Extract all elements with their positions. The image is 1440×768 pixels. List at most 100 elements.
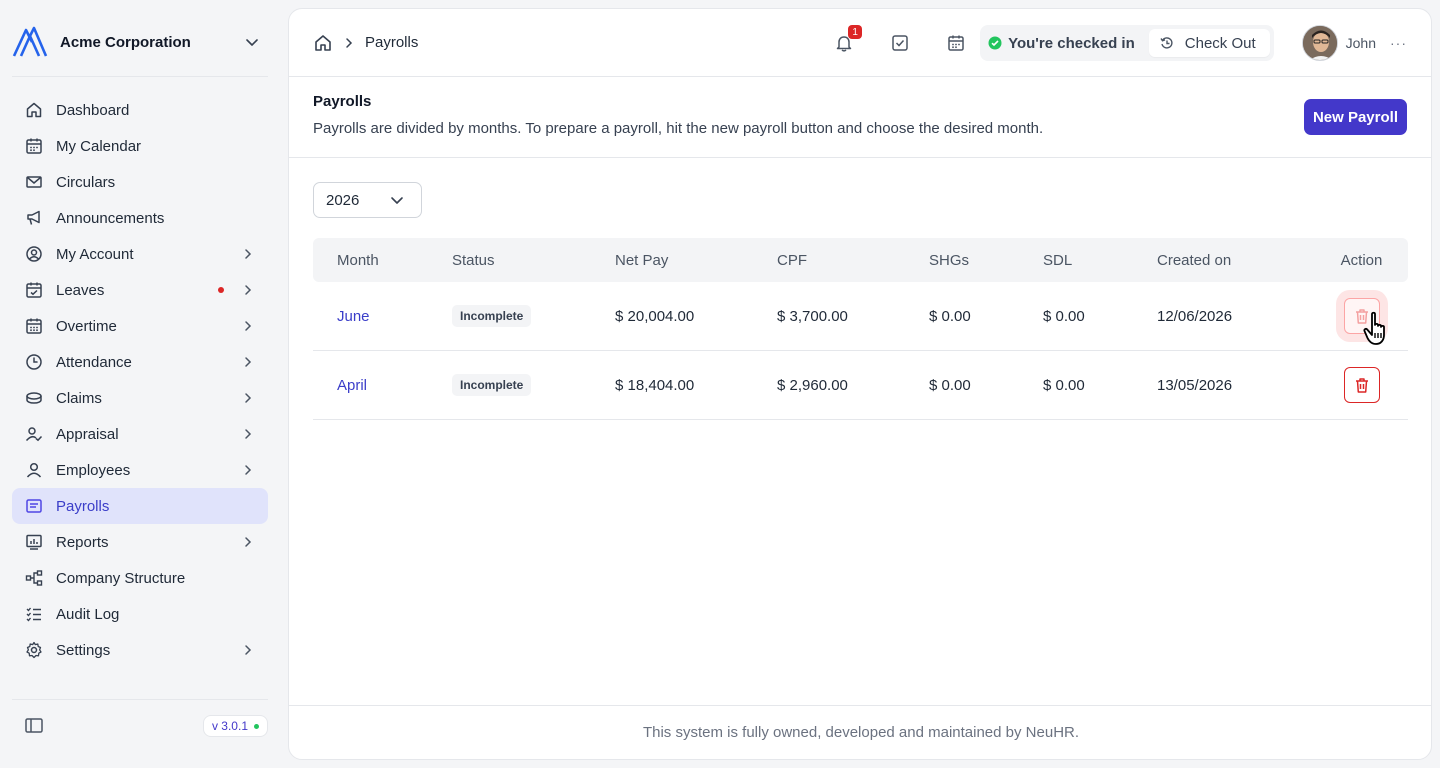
checkin-status: You're checked in [988,35,1135,52]
topbar-actions: 1 You're checked in Check Out John ··· [832,9,1407,77]
check-circle-icon [988,36,1002,50]
page-description: Payrolls are divided by months. To prepa… [313,120,1044,137]
sidebar-footer: v 3.0.1 [12,710,268,742]
chevron-right-icon [240,318,256,334]
delete-button[interactable] [1343,367,1380,403]
version-badge: v 3.0.1 [202,715,268,737]
breadcrumb-current: Payrolls [365,34,419,51]
year-select-value: 2026 [326,191,360,209]
net-pay-cell: $ 20,004.00 [615,307,695,325]
chevron-right-icon [240,390,256,406]
sidebar-item-overtime[interactable]: Overtime [12,308,268,344]
cpf-cell: $ 2,960.00 [777,376,848,394]
sidebar-item-label: Claims [56,389,102,407]
more-options-icon[interactable]: ··· [1390,35,1407,51]
sidebar-item-reports[interactable]: Reports [12,524,268,560]
net-pay-cell: $ 18,404.00 [615,376,695,394]
calendar-button[interactable] [944,31,968,55]
company-switcher[interactable]: Acme Corporation [12,20,268,64]
sidebar-item-label: Overtime [56,317,117,335]
table-header: Month Status Net Pay CPF SHGs SDL Create… [313,238,1408,282]
sidebar-toggle-icon[interactable] [24,717,44,735]
sidebar-item-company-structure[interactable]: Company Structure [12,560,268,596]
calendar-grid-icon [24,316,44,336]
column-header-net-pay: Net Pay [615,251,669,269]
sidebar: Acme Corporation Dashboard My Calendar C… [0,0,280,768]
sidebar-item-announcements[interactable]: Announcements [12,200,268,236]
avatar [1301,25,1338,61]
sidebar-item-circulars[interactable]: Circulars [12,164,268,200]
notification-dot [218,287,224,293]
home-icon [24,100,44,120]
breadcrumb: Payrolls [313,33,418,53]
sidebar-item-my-account[interactable]: My Account [12,236,268,272]
sidebar-item-label: Announcements [56,209,165,227]
user-icon [24,460,44,480]
version-text: v 3.0.1 [211,719,248,733]
company-logo-icon [12,24,48,60]
chevron-down-icon [240,30,264,54]
sidebar-item-leaves[interactable]: Leaves [12,272,268,308]
check-out-button[interactable]: Check Out [1148,29,1270,57]
sidebar-item-payrolls[interactable]: Payrolls [12,488,268,524]
user-menu[interactable]: John ··· [1301,25,1407,61]
column-header-created-on: Created on [1157,251,1232,269]
delete-button[interactable] [1343,298,1385,345]
checkin-status-text: You're checked in [1008,34,1135,52]
sidebar-item-dashboard[interactable]: Dashboard [12,92,268,128]
payrolls-table: Month Status Net Pay CPF SHGs SDL Create… [313,238,1408,420]
sidebar-item-appraisal[interactable]: Appraisal [12,416,268,452]
payroll-document-icon [24,496,44,516]
table-row: June Incomplete $ 20,004.00 $ 3,700.00 $… [313,282,1408,351]
column-header-action: Action [1340,251,1383,269]
company-name: Acme Corporation [60,33,191,51]
sidebar-item-employees[interactable]: Employees [12,452,268,488]
page-header: Payrolls Payrolls are divided by months.… [289,77,1431,158]
page-title: Payrolls [313,93,372,110]
sidebar-item-label: Leaves [56,281,105,299]
status-badge: Incomplete [452,305,532,327]
report-chart-icon [24,532,44,552]
month-link[interactable]: April [337,377,367,394]
sidebar-nav: Dashboard My Calendar Circulars Announce… [12,92,268,668]
status-dot [254,723,259,729]
trash-icon [1353,376,1371,394]
sidebar-item-label: Reports [56,533,109,551]
tasks-button[interactable] [888,31,912,55]
notifications-button[interactable]: 1 [832,25,863,55]
calendar-check-icon [24,280,44,300]
cpf-cell: $ 3,700.00 [777,307,848,325]
sidebar-item-label: Dashboard [56,101,130,119]
chevron-right-icon [343,37,355,49]
checkbox-icon [890,33,910,53]
year-select[interactable]: 2026 [313,182,422,218]
chevron-right-icon [240,426,256,442]
chevron-right-icon [240,282,256,298]
chevron-right-icon [240,246,256,262]
month-link[interactable]: June [337,308,370,325]
sidebar-item-audit-log[interactable]: Audit Log [12,596,268,632]
hand-pointer-icon [1362,311,1393,351]
sidebar-item-claims[interactable]: Claims [12,380,268,416]
check-out-label: Check Out [1184,34,1256,52]
sidebar-item-attendance[interactable]: Attendance [12,344,268,380]
sidebar-item-my-calendar[interactable]: My Calendar [12,128,268,164]
sidebar-item-label: Audit Log [56,605,120,623]
sidebar-item-settings[interactable]: Settings [12,632,268,668]
status-badge: Incomplete [452,374,532,396]
column-header-status: Status [452,251,495,269]
clock-rewind-icon [1159,35,1175,51]
megaphone-icon [24,208,44,228]
sidebar-divider [12,76,268,77]
table-row: April Incomplete $ 18,404.00 $ 2,960.00 … [313,351,1408,420]
sidebar-item-label: Settings [56,641,111,659]
main-panel: Payrolls 1 You're checked in Check Out J… [288,8,1432,760]
new-payroll-button[interactable]: New Payroll [1303,99,1407,135]
sidebar-item-label: Appraisal [56,425,119,443]
sidebar-item-label: Company Structure [56,569,186,587]
chevron-right-icon [240,642,256,658]
user-check-icon [24,424,44,444]
home-icon[interactable] [313,33,333,53]
calendar-icon [946,33,966,53]
column-header-shgs: SHGs [929,251,970,269]
